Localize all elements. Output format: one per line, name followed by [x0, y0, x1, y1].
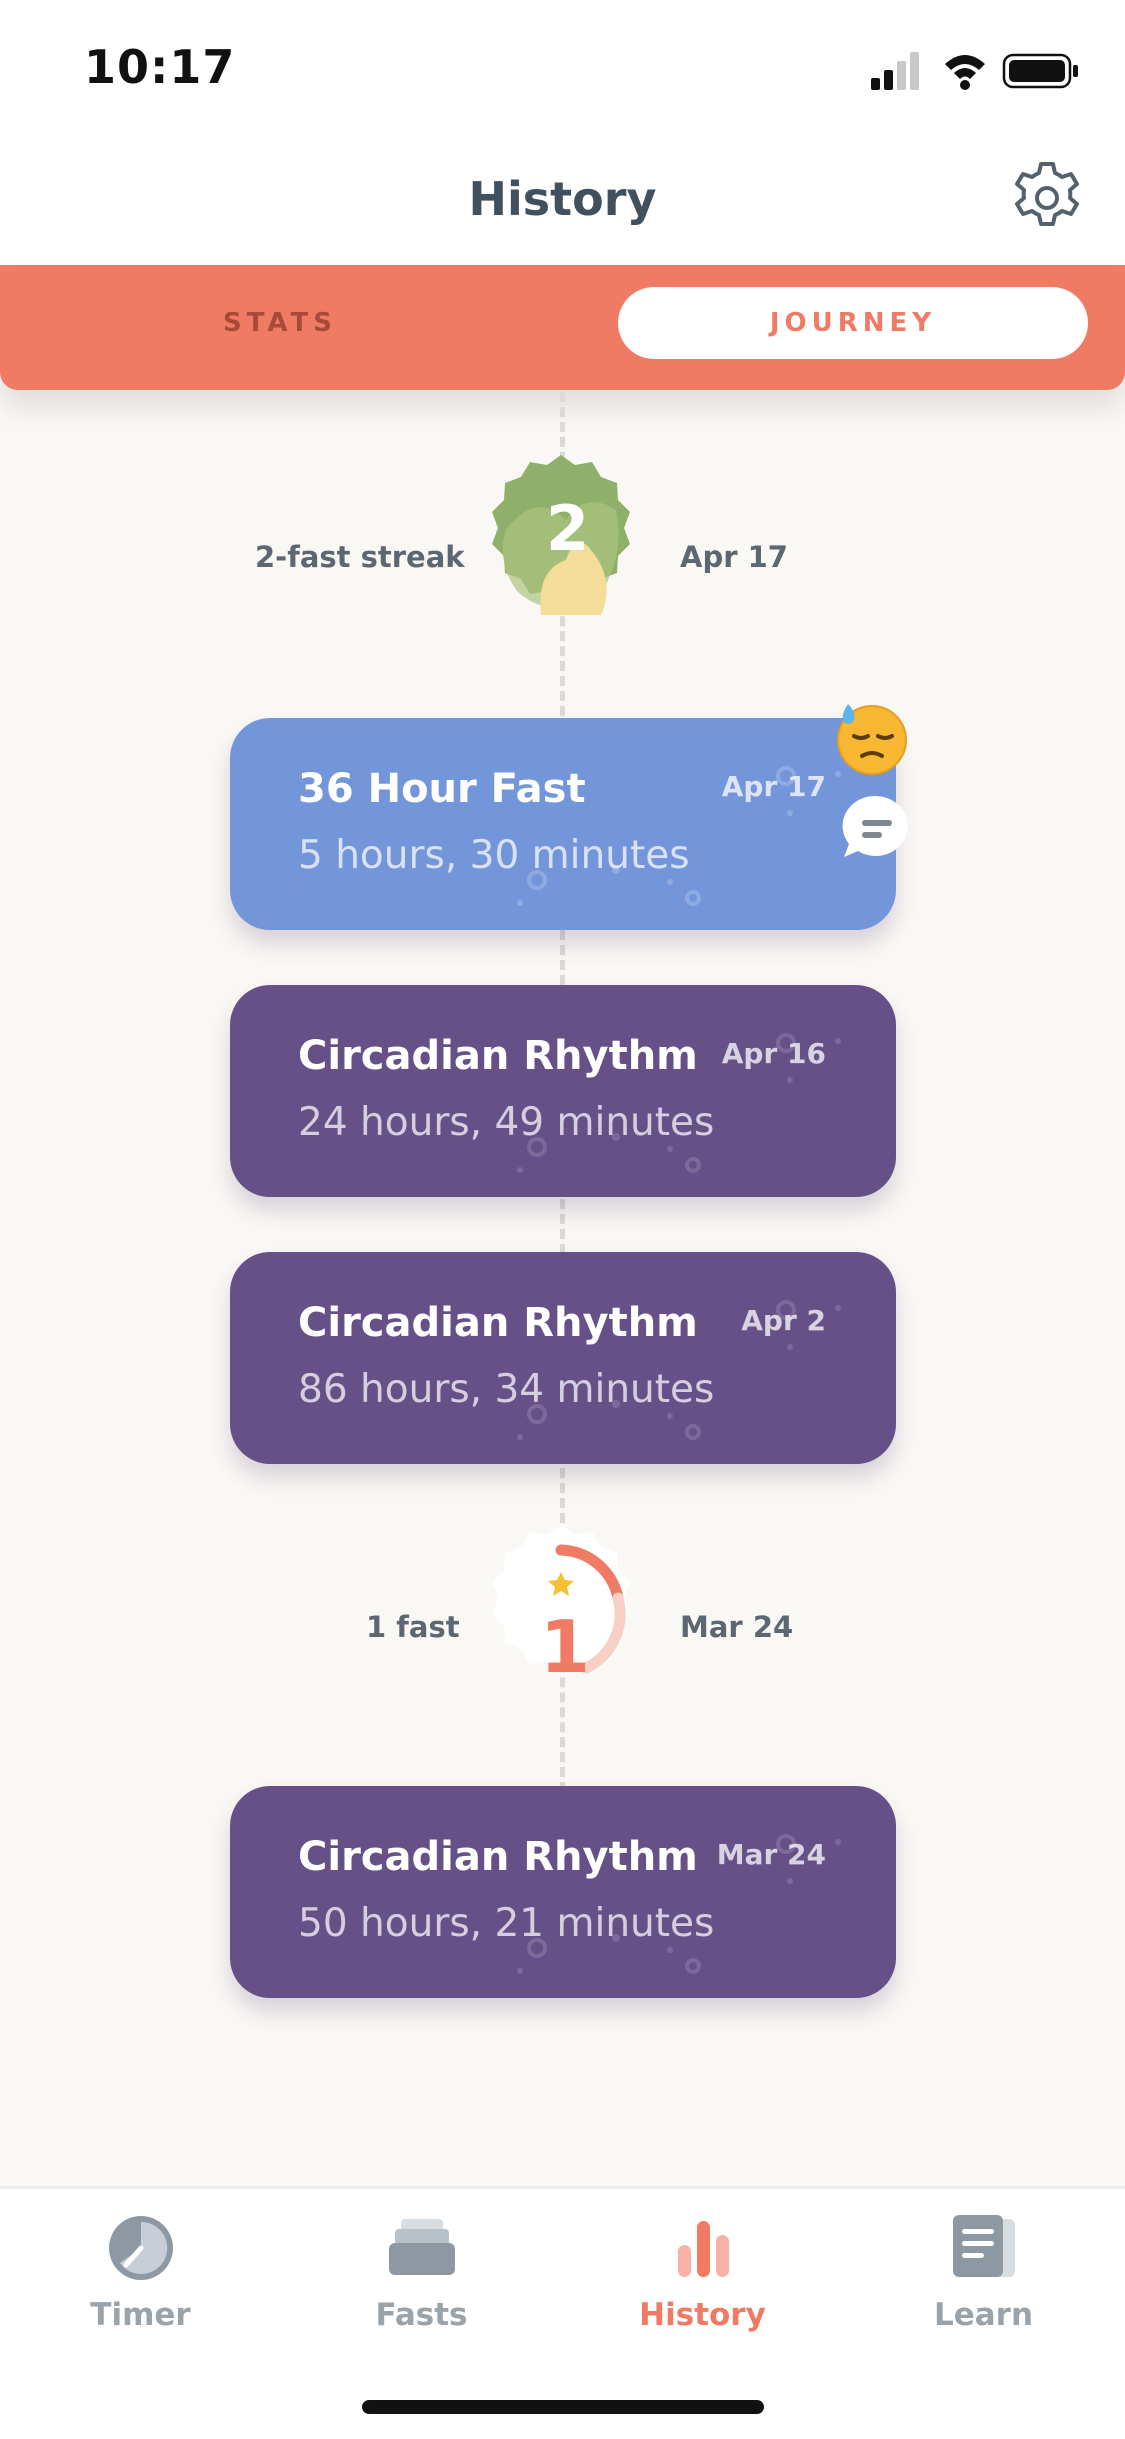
- card-pattern: [517, 1033, 841, 1173]
- wifi-icon: [945, 55, 985, 90]
- fast-title: Circadian Rhythm: [298, 1300, 698, 1346]
- badge-number: 1: [540, 1605, 590, 1689]
- page-title: History: [468, 172, 657, 226]
- downcast-sweat-emoji-icon[interactable]: [834, 700, 910, 776]
- fast-duration: 5 hours, 30 minutes: [298, 833, 690, 878]
- milestone-label: 1 fast: [366, 1610, 460, 1644]
- tab-stats[interactable]: STATS: [45, 287, 515, 359]
- fast-date: Apr 2: [741, 1304, 826, 1337]
- gear-icon[interactable]: [1007, 158, 1087, 238]
- tab-learn[interactable]: Learn: [843, 2189, 1124, 2389]
- tab-journey[interactable]: JOURNEY: [618, 287, 1088, 359]
- tab-fasts[interactable]: Fasts: [281, 2189, 562, 2389]
- card-pattern: [517, 1834, 841, 1974]
- streak-badge-icon[interactable]: 2: [466, 450, 656, 640]
- fast-duration: 50 hours, 21 minutes: [298, 1901, 715, 1946]
- fast-card[interactable]: Circadian Rhythm 50 hours, 21 minutes Ma…: [230, 1786, 896, 1998]
- status-time: 10:17: [84, 40, 236, 94]
- fast-card[interactable]: Circadian Rhythm 86 hours, 34 minutes Ap…: [230, 1252, 896, 1464]
- first-fast-badge-icon[interactable]: 1: [466, 1520, 656, 1710]
- tab-history[interactable]: History: [562, 2189, 843, 2389]
- fast-date: Apr 17: [721, 770, 826, 803]
- tab-label: Fasts: [375, 2297, 468, 2333]
- fast-card[interactable]: Circadian Rhythm 24 hours, 49 minutes Ap…: [230, 985, 896, 1197]
- badge-number: 2: [546, 492, 589, 565]
- cellular-signal-icon: [871, 52, 919, 90]
- status-bar: 10:17: [0, 0, 1125, 130]
- fast-card[interactable]: 36 Hour Fast 5 hours, 30 minutes Apr 17: [230, 718, 896, 930]
- battery-icon: [1002, 53, 1078, 89]
- milestone-date: Mar 24: [680, 1610, 794, 1644]
- fast-title: Circadian Rhythm: [298, 1834, 698, 1880]
- milestone-date: Apr 17: [680, 540, 788, 574]
- fast-duration: 24 hours, 49 minutes: [298, 1100, 715, 1145]
- tab-label: Timer: [90, 2297, 191, 2333]
- bar-chart-icon: [678, 2221, 729, 2277]
- navigation-header: History: [0, 130, 1125, 265]
- segmented-control: STATS JOURNEY: [0, 265, 1125, 390]
- home-indicator: [362, 2400, 764, 2414]
- milestone-label: 2-fast streak: [255, 540, 465, 574]
- card-pattern: [517, 1300, 841, 1440]
- tab-label: Learn: [933, 2297, 1034, 2333]
- fast-title: Circadian Rhythm: [298, 1033, 698, 1079]
- tab-timer[interactable]: Timer: [0, 2189, 281, 2389]
- timer-icon: [109, 2216, 173, 2280]
- tab-label: History: [639, 2297, 766, 2333]
- speech-bubble-icon[interactable]: [838, 790, 914, 866]
- article-icon: [953, 2215, 1015, 2277]
- card-pattern: [517, 766, 841, 906]
- fast-duration: 86 hours, 34 minutes: [298, 1367, 715, 1412]
- fast-date: Apr 16: [721, 1037, 826, 1070]
- stack-icon: [389, 2219, 455, 2275]
- status-icons: [871, 52, 1078, 90]
- fast-date: Mar 24: [716, 1838, 826, 1871]
- fast-title: 36 Hour Fast: [298, 766, 586, 812]
